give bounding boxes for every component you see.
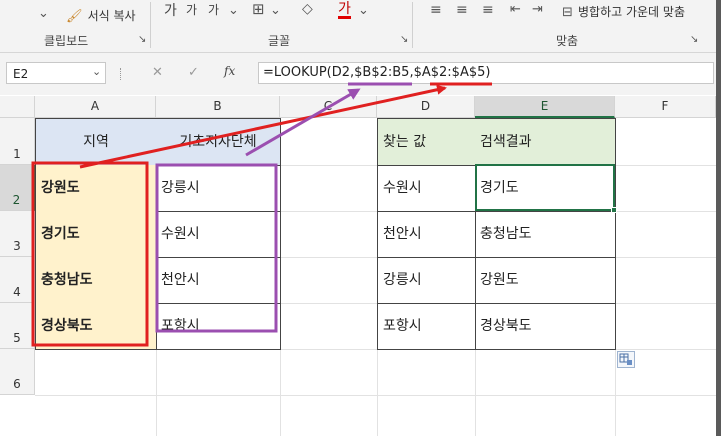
purple-highlight-box: [155, 163, 278, 333]
window-edge: [716, 0, 721, 436]
purple-arrow: [245, 88, 361, 157]
red-arrow: [79, 84, 447, 169]
annotation-overlay: [31, 82, 492, 347]
red-highlight-box: [31, 161, 149, 347]
